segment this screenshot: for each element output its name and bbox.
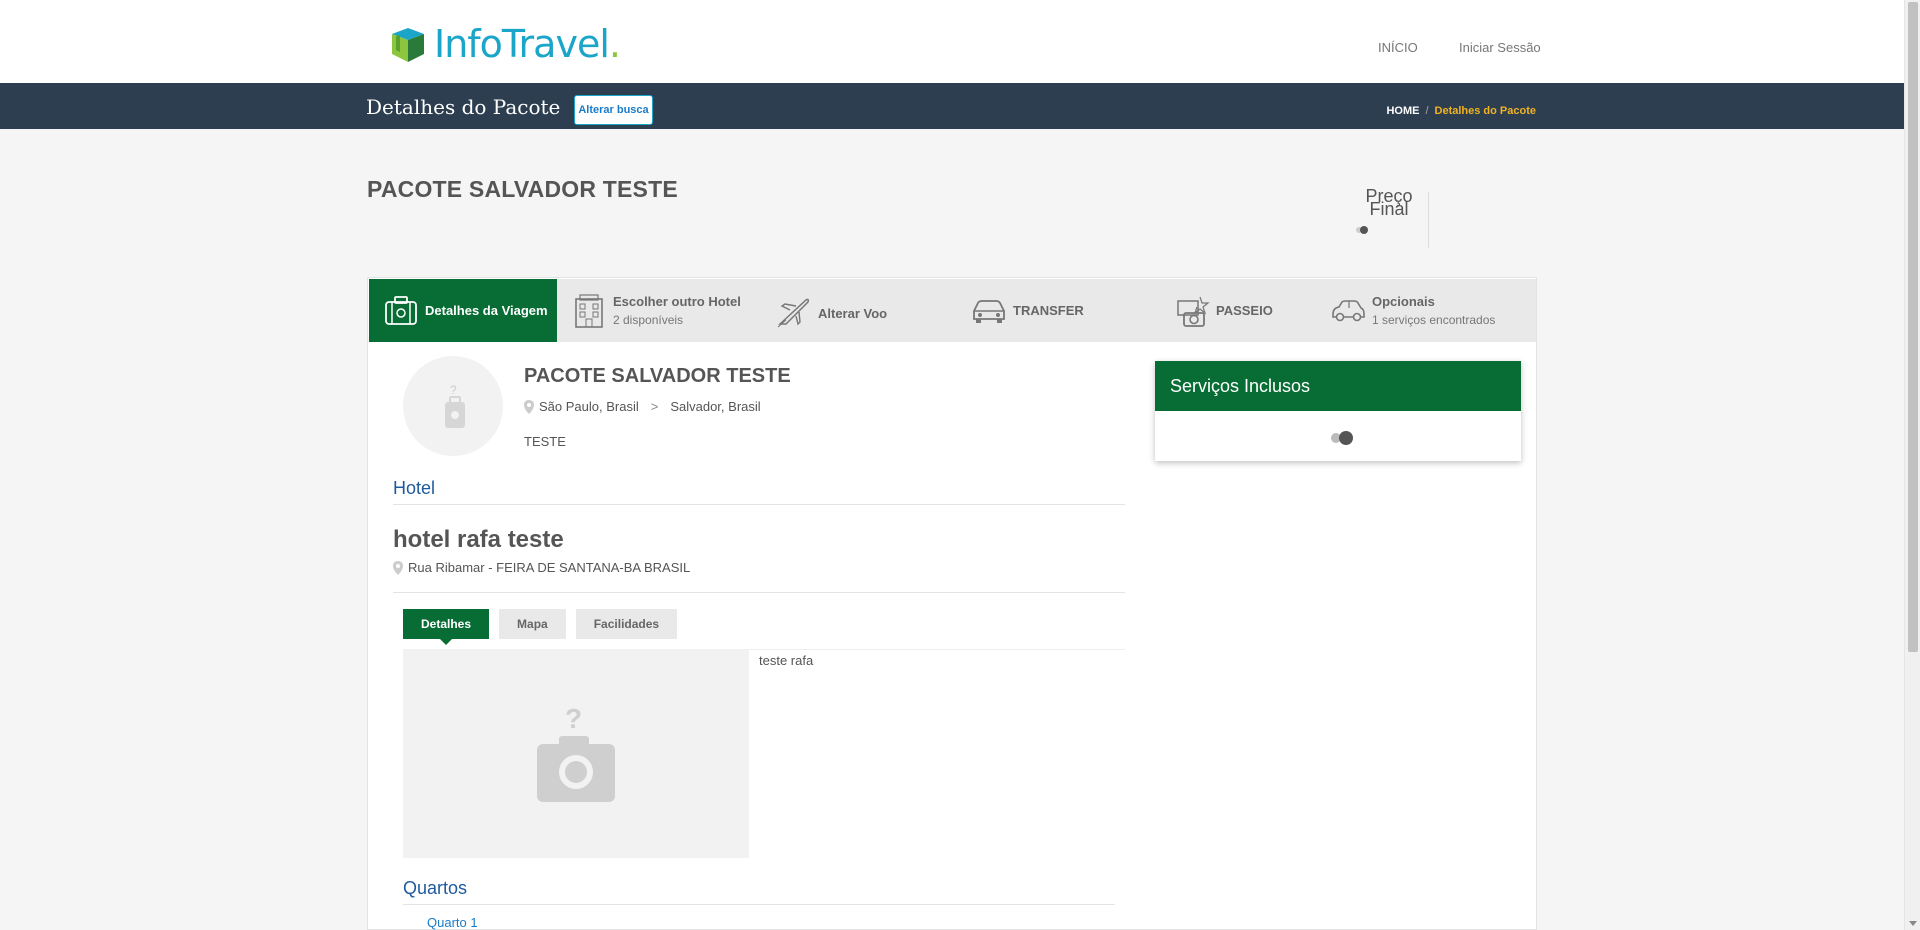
alter-search-button[interactable]: Alterar busca	[574, 95, 653, 125]
svg-text:?: ?	[565, 704, 582, 734]
tab-sub-label: 2 disponíveis	[613, 312, 684, 327]
hotel-tab-mapa[interactable]: Mapa	[499, 609, 566, 639]
tab-label: Escolher outro Hotel	[613, 293, 741, 309]
tab-label: TRANSFER	[1013, 302, 1084, 318]
tab-detalhes-viagem[interactable]: Detalhes da Viagem	[369, 279, 557, 342]
tour-icon	[1174, 294, 1210, 328]
cube-logo-icon	[392, 28, 424, 62]
price-loading-spinner	[1356, 226, 1370, 234]
top-header: InfoTravel. INÍCIO Iniciar Sessão	[0, 0, 1904, 83]
location-pin-icon	[393, 560, 403, 575]
nav-inicio-link[interactable]: INÍCIO	[1378, 40, 1418, 55]
package-details-card: Detalhes da Viagem Escolher outro Hotel 2…	[367, 277, 1537, 930]
car-outline-icon	[1330, 294, 1366, 328]
tab-sub-label: 1 serviços encontrados	[1372, 312, 1496, 327]
page-title: Detalhes do Pacote	[366, 95, 561, 119]
tab-label: Opcionais	[1372, 293, 1435, 309]
tab-label: Alterar Voo	[818, 305, 888, 321]
page-subheader: Detalhes do Pacote Alterar busca HOME / De…	[0, 83, 1904, 129]
hotel-photo-placeholder: ?	[403, 649, 749, 858]
package-name: PACOTE SALVADOR TESTE	[524, 365, 791, 387]
page-scrollbar[interactable]	[1904, 0, 1920, 930]
luggage-icon	[383, 294, 419, 328]
logo-text: InfoTravel.	[434, 22, 621, 66]
package-image-placeholder: ?	[403, 356, 503, 456]
tab-opcionais[interactable]: Opcionais 1 serviços encontrados	[1316, 279, 1536, 342]
hotel-address: Rua Ribamar - FEIRA DE SANTANA-BA BRASIL	[393, 560, 690, 575]
breadcrumb-current: Detalhes do Pacote	[1434, 105, 1536, 117]
divider	[393, 504, 1125, 505]
infotravel-logo[interactable]: InfoTravel.	[388, 22, 621, 66]
rooms-section-title: Quartos	[403, 878, 468, 898]
tab-transfer[interactable]: TRANSFER	[957, 279, 1160, 342]
plane-icon	[776, 294, 812, 328]
package-tabs: Detalhes da Viagem Escolher outro Hotel 2…	[369, 279, 1536, 342]
hotel-address-text: Rua Ribamar - FEIRA DE SANTANA-BA BRASIL	[408, 560, 691, 575]
scroll-down-arrow-icon[interactable]	[1909, 921, 1917, 926]
tab-escolher-hotel[interactable]: Escolher outro Hotel 2 disponíveis	[557, 279, 762, 342]
services-included-panel: Serviços Inclusos	[1155, 361, 1521, 461]
tab-label: Detalhes da Viagem	[425, 302, 548, 318]
tab-passeio[interactable]: PASSEIO	[1160, 279, 1316, 342]
breadcrumb-separator: /	[1425, 105, 1429, 117]
hotel-section-title: Hotel	[393, 478, 436, 498]
tab-label: PASSEIO	[1216, 302, 1273, 318]
nav-iniciar-sessao-link[interactable]: Iniciar Sessão	[1459, 40, 1541, 55]
price-final-box: Preço Final	[1348, 186, 1430, 234]
luggage-question-icon: ?	[445, 383, 465, 428]
hotel-tab-detalhes[interactable]: Detalhes	[403, 609, 490, 645]
route-destination: Salvador, Brasil	[670, 399, 761, 414]
car-icon	[971, 294, 1007, 328]
price-final-label: Preço Final	[1365, 186, 1413, 219]
svg-text:?: ?	[450, 383, 457, 397]
hotel-description: teste rafa	[759, 653, 814, 668]
hotel-tabs: Detalhes Mapa Facilidades	[403, 609, 687, 645]
scrollbar-thumb[interactable]	[1908, 2, 1918, 652]
package-route: São Paulo, Brasil > Salvador, Brasil	[524, 399, 761, 414]
camera-question-icon: ?	[537, 704, 615, 802]
divider	[403, 904, 1115, 905]
breadcrumb-home-link[interactable]: HOME	[1386, 105, 1419, 117]
hotel-icon	[571, 293, 607, 328]
package-description: TESTE	[524, 434, 566, 449]
package-title: PACOTE SALVADOR TESTE	[367, 176, 678, 202]
location-pin-icon	[524, 399, 534, 414]
route-origin: São Paulo, Brasil	[539, 399, 639, 414]
room-link[interactable]: Quarto 1	[427, 915, 478, 930]
tab-alterar-voo[interactable]: Alterar Voo	[762, 279, 957, 342]
breadcrumb: HOME / Detalhes do Pacote	[1386, 105, 1536, 117]
price-divider	[1428, 192, 1429, 248]
services-loading-spinner	[1331, 431, 1355, 445]
hotel-tab-facilidades[interactable]: Facilidades	[575, 609, 678, 639]
divider	[393, 592, 1125, 593]
chevron-right-icon: >	[650, 399, 659, 414]
services-panel-title: Serviços Inclusos	[1155, 361, 1521, 411]
hotel-name: hotel rafa teste	[393, 526, 564, 553]
